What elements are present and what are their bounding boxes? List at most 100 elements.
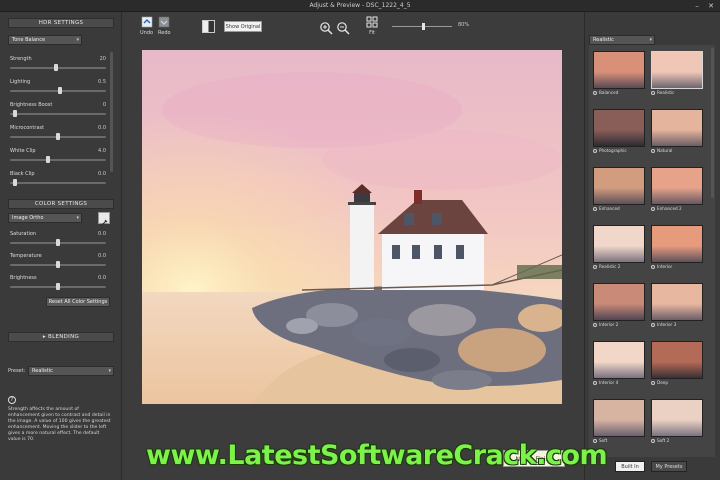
toolbar: Undo Redo Show Original Fit 80%	[122, 12, 584, 46]
slider-temperature[interactable]: Temperature 0.0	[10, 253, 106, 271]
slider-knob[interactable]	[12, 110, 17, 117]
slider-knob[interactable]	[56, 239, 60, 246]
zoom-slider-knob[interactable]	[422, 23, 425, 30]
preset-thumbnail-image	[651, 225, 703, 263]
minimize-button[interactable]: –	[690, 0, 704, 12]
preset-thumb[interactable]: Interior 3	[651, 283, 703, 329]
preset-thumb[interactable]: Soft 2	[651, 399, 703, 445]
preset-thumb[interactable]: Enhanced 2	[651, 167, 703, 213]
hdr-preset-select[interactable]: Tone Balance ▾	[8, 35, 82, 45]
preset-label: Preset:	[8, 368, 26, 374]
zoom-out-button[interactable]	[336, 20, 350, 39]
hdr-scrollbar[interactable]	[110, 52, 113, 172]
slider-value: 20	[99, 56, 106, 62]
slider-track[interactable]	[10, 113, 106, 115]
undo-button[interactable]: Undo	[140, 16, 153, 36]
slider-track[interactable]	[10, 159, 106, 161]
preset-name: Deep	[657, 380, 669, 385]
preset-thumb[interactable]: Enhanced	[593, 167, 645, 213]
color-settings-header[interactable]: COLOR SETTINGS	[8, 199, 114, 209]
radio-icon	[651, 439, 655, 443]
reset-color-settings-button[interactable]: Reset All Color Settings	[46, 297, 110, 307]
preset-thumb[interactable]: Deep	[651, 341, 703, 387]
slider-knob[interactable]	[56, 283, 60, 290]
slider-white-clip[interactable]: White Clip 4.0	[10, 148, 106, 166]
preset-caption: Photographic	[593, 148, 645, 153]
blending-header[interactable]: ▸ BLENDING	[8, 332, 114, 342]
slider-knob[interactable]	[46, 156, 51, 163]
slider-label: Saturation	[10, 231, 37, 237]
slider-value: 4.0	[98, 148, 106, 154]
preset-name: Soft 2	[657, 438, 670, 443]
preset-thumb[interactable]: Natural	[651, 109, 703, 155]
preview-image[interactable]	[122, 50, 566, 404]
help-icon[interactable]: ?	[8, 396, 16, 404]
compare-view-icon[interactable]	[202, 20, 215, 33]
preset-name: Interior 4	[599, 380, 619, 385]
redo-button[interactable]: Redo	[158, 16, 171, 36]
redo-icon	[158, 16, 170, 28]
slider-brightness-boost[interactable]: Brightness Boost 0	[10, 102, 106, 120]
preset-thumb[interactable]: Interior	[651, 225, 703, 271]
preset-thumbnail-image	[593, 341, 645, 379]
close-icon[interactable]: ✕	[704, 0, 718, 12]
radio-icon	[593, 265, 597, 269]
blending-preset-select[interactable]: Realistic ▾	[28, 366, 114, 376]
radio-icon	[593, 207, 597, 211]
radio-icon	[651, 91, 655, 95]
slider-saturation[interactable]: Saturation 0.0	[10, 231, 106, 249]
preset-thumb[interactable]: Interior 2	[593, 283, 645, 329]
slider-label: Microcontrast	[10, 125, 45, 131]
chevron-down-icon: ▾	[76, 37, 79, 43]
preset-caption: Realistic 2	[593, 264, 645, 269]
radio-icon	[593, 323, 597, 327]
preset-name: Natural	[657, 148, 673, 153]
color-preset-select[interactable]: Image Ortho ▾	[8, 213, 82, 223]
preset-thumb[interactable]: Interior 4	[593, 341, 645, 387]
preset-thumb[interactable]: Realistic	[651, 51, 703, 97]
slider-label: Brightness	[10, 275, 37, 281]
slider-black-clip[interactable]: Black Clip 0.0	[10, 171, 106, 189]
preset-thumbnail-image	[651, 51, 703, 89]
slider-brightness[interactable]: Brightness 0.0	[10, 275, 106, 293]
slider-label: Strength	[10, 56, 32, 62]
slider-knob[interactable]	[57, 87, 62, 94]
chevron-down-icon: ▾	[649, 37, 652, 43]
slider-strength[interactable]: Strength 20	[10, 56, 106, 74]
preset-thumb[interactable]: Soft	[593, 399, 645, 445]
slider-value: 0.0	[98, 171, 106, 177]
lighthouse-photo	[122, 50, 566, 404]
slider-microcontrast[interactable]: Microcontrast 0.0	[10, 125, 106, 143]
preset-name: Interior 3	[657, 322, 677, 327]
preset-category-value: Realistic	[593, 37, 614, 43]
undo-label: Undo	[140, 30, 154, 36]
fit-button[interactable]: Fit	[366, 16, 378, 36]
tab-built-in[interactable]: Built In	[615, 461, 645, 472]
slider-knob[interactable]	[54, 64, 59, 71]
preset-thumb[interactable]: Balanced	[593, 51, 645, 97]
slider-lighting[interactable]: Lighting 0.5	[10, 79, 106, 97]
hdr-settings-header[interactable]: HDR SETTINGS	[8, 18, 114, 28]
zoom-in-button[interactable]	[319, 20, 333, 39]
slider-knob[interactable]	[56, 261, 60, 268]
preset-category-select[interactable]: Realistic ▾	[589, 35, 655, 45]
slider-knob[interactable]	[56, 133, 60, 140]
preset-caption: Enhanced	[593, 206, 645, 211]
chevron-down-icon: ▾	[76, 215, 79, 221]
show-original-button[interactable]: Show Original	[224, 21, 262, 32]
tab-my-presets[interactable]: My Presets	[651, 461, 687, 472]
preset-caption: Interior 4	[593, 380, 645, 385]
preset-caption: Interior 3	[651, 322, 703, 327]
slider-knob[interactable]	[12, 179, 17, 186]
preset-thumbnail-image	[593, 225, 645, 263]
slider-track[interactable]	[10, 182, 106, 184]
preset-thumb[interactable]: Realistic 2	[593, 225, 645, 271]
presets-scrollbar[interactable]	[711, 48, 714, 198]
radio-icon	[651, 149, 655, 153]
preset-thumb[interactable]: Photographic	[593, 109, 645, 155]
radio-icon	[593, 91, 597, 95]
eyedropper-button[interactable]	[98, 212, 110, 227]
zoom-out-icon	[337, 22, 350, 35]
preset-caption: Interior 2	[593, 322, 645, 327]
preset-thumbnail-image	[593, 283, 645, 321]
